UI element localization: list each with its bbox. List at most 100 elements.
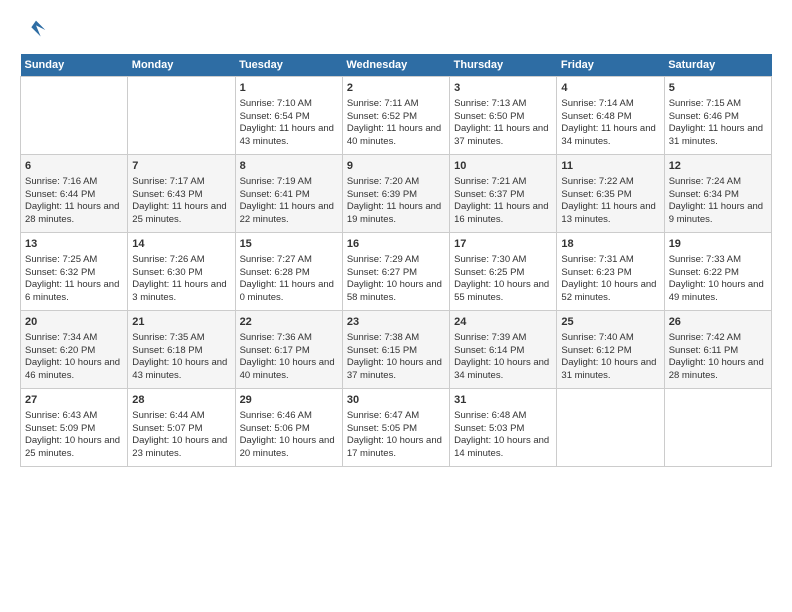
- day-content: Sunrise: 6:48 AM Sunset: 5:03 PM Dayligh…: [454, 410, 552, 461]
- day-number: 15: [240, 237, 338, 252]
- weekday-header: Friday: [557, 54, 664, 77]
- logo: [20, 16, 50, 44]
- day-number: 14: [132, 237, 230, 252]
- weekday-header: Thursday: [450, 54, 557, 77]
- calendar-cell: 27Sunrise: 6:43 AM Sunset: 5:09 PM Dayli…: [21, 389, 128, 467]
- day-content: Sunrise: 7:26 AM Sunset: 6:30 PM Dayligh…: [132, 254, 230, 305]
- calendar-cell: 23 Sunrise: 7:38 AM Sunset: 6:15 PM Dayli…: [342, 311, 449, 389]
- calendar-cell: 31 Sunrise: 6:48 AM Sunset: 5:03 PM Dayli…: [450, 389, 557, 467]
- day-number: 12: [669, 159, 767, 174]
- calendar-cell: 12Sunrise: 7:24 AM Sunset: 6:34 PM Dayli…: [664, 155, 771, 233]
- weekday-header: Saturday: [664, 54, 771, 77]
- day-number: 13: [25, 237, 123, 252]
- day-number: 21: [132, 315, 230, 330]
- calendar-body: 1 Sunrise: 7:10 AM Sunset: 6:54 PM Daylig…: [21, 77, 772, 467]
- day-content: Sunrise: 7:38 AM Sunset: 6:15 PM Dayligh…: [347, 332, 445, 383]
- day-content: Sunrise: 7:27 AM Sunset: 6:28 PM Dayligh…: [240, 254, 338, 305]
- day-number: 23: [347, 315, 445, 330]
- calendar-cell: 15 Sunrise: 7:27 AM Sunset: 6:28 PM Dayli…: [235, 233, 342, 311]
- calendar-cell: 5 Sunrise: 7:15 AM Sunset: 6:46 PM Daylig…: [664, 77, 771, 155]
- day-content: Sunrise: 7:39 AM Sunset: 6:14 PM Dayligh…: [454, 332, 552, 383]
- calendar-week-row: 1 Sunrise: 7:10 AM Sunset: 6:54 PM Daylig…: [21, 77, 772, 155]
- calendar-week-row: 13 Sunrise: 7:25 AM Sunset: 6:32 PM Dayli…: [21, 233, 772, 311]
- logo-icon: [22, 16, 50, 44]
- calendar-cell: 25 Sunrise: 7:40 AM Sunset: 6:12 PM Dayli…: [557, 311, 664, 389]
- calendar-table: SundayMondayTuesdayWednesdayThursdayFrid…: [20, 54, 772, 467]
- calendar-cell: 18Sunrise: 7:31 AM Sunset: 6:23 PM Dayli…: [557, 233, 664, 311]
- day-number: 20: [25, 315, 123, 330]
- day-number: 16: [347, 237, 445, 252]
- calendar-cell: 30Sunrise: 6:47 AM Sunset: 5:05 PM Dayli…: [342, 389, 449, 467]
- calendar-cell: 14 Sunrise: 7:26 AM Sunset: 6:30 PM Dayli…: [128, 233, 235, 311]
- page-container: SundayMondayTuesdayWednesdayThursdayFrid…: [0, 0, 792, 477]
- calendar-header: SundayMondayTuesdayWednesdayThursdayFrid…: [21, 54, 772, 77]
- calendar-cell: 10 Sunrise: 7:21 AM Sunset: 6:37 PM Dayli…: [450, 155, 557, 233]
- day-content: Sunrise: 7:17 AM Sunset: 6:43 PM Dayligh…: [132, 176, 230, 227]
- day-content: Sunrise: 7:36 AM Sunset: 6:17 PM Dayligh…: [240, 332, 338, 383]
- day-content: Sunrise: 7:34 AM Sunset: 6:20 PM Dayligh…: [25, 332, 123, 383]
- day-number: 6: [25, 159, 123, 174]
- day-number: 28: [132, 393, 230, 408]
- calendar-week-row: 20 Sunrise: 7:34 AM Sunset: 6:20 PM Dayli…: [21, 311, 772, 389]
- day-number: 24: [454, 315, 552, 330]
- day-number: 1: [240, 81, 338, 96]
- day-number: 19: [669, 237, 767, 252]
- day-content: Sunrise: 7:40 AM Sunset: 6:12 PM Dayligh…: [561, 332, 659, 383]
- calendar-week-row: 6 Sunrise: 7:16 AM Sunset: 6:44 PM Daylig…: [21, 155, 772, 233]
- day-content: Sunrise: 7:25 AM Sunset: 6:32 PM Dayligh…: [25, 254, 123, 305]
- weekday-header: Sunday: [21, 54, 128, 77]
- day-number: 7: [132, 159, 230, 174]
- day-number: 5: [669, 81, 767, 96]
- calendar-week-row: 27Sunrise: 6:43 AM Sunset: 5:09 PM Dayli…: [21, 389, 772, 467]
- day-number: 31: [454, 393, 552, 408]
- header: [20, 16, 772, 44]
- day-number: 9: [347, 159, 445, 174]
- day-content: Sunrise: 7:22 AM Sunset: 6:35 PM Dayligh…: [561, 176, 659, 227]
- day-number: 17: [454, 237, 552, 252]
- day-content: Sunrise: 7:19 AM Sunset: 6:41 PM Dayligh…: [240, 176, 338, 227]
- calendar-cell: 26 Sunrise: 7:42 AM Sunset: 6:11 PM Dayli…: [664, 311, 771, 389]
- day-content: Sunrise: 7:35 AM Sunset: 6:18 PM Dayligh…: [132, 332, 230, 383]
- day-content: Sunrise: 7:42 AM Sunset: 6:11 PM Dayligh…: [669, 332, 767, 383]
- day-number: 3: [454, 81, 552, 96]
- day-content: Sunrise: 7:10 AM Sunset: 6:54 PM Dayligh…: [240, 98, 338, 149]
- calendar-cell: [128, 77, 235, 155]
- weekday-header: Monday: [128, 54, 235, 77]
- calendar-cell: [21, 77, 128, 155]
- calendar-cell: 19 Sunrise: 7:33 AM Sunset: 6:22 PM Dayli…: [664, 233, 771, 311]
- calendar-cell: [557, 389, 664, 467]
- day-content: Sunrise: 6:46 AM Sunset: 5:06 PM Dayligh…: [240, 410, 338, 461]
- calendar-cell: 21 Sunrise: 7:35 AM Sunset: 6:18 PM Dayli…: [128, 311, 235, 389]
- day-content: Sunrise: 6:43 AM Sunset: 5:09 PM Dayligh…: [25, 410, 123, 461]
- calendar-cell: 1 Sunrise: 7:10 AM Sunset: 6:54 PM Daylig…: [235, 77, 342, 155]
- calendar-cell: 8Sunrise: 7:19 AM Sunset: 6:41 PM Daylig…: [235, 155, 342, 233]
- day-number: 26: [669, 315, 767, 330]
- day-content: Sunrise: 7:14 AM Sunset: 6:48 PM Dayligh…: [561, 98, 659, 149]
- calendar-cell: 13 Sunrise: 7:25 AM Sunset: 6:32 PM Dayli…: [21, 233, 128, 311]
- day-content: Sunrise: 7:21 AM Sunset: 6:37 PM Dayligh…: [454, 176, 552, 227]
- day-content: Sunrise: 6:47 AM Sunset: 5:05 PM Dayligh…: [347, 410, 445, 461]
- day-number: 29: [240, 393, 338, 408]
- day-number: 10: [454, 159, 552, 174]
- day-number: 22: [240, 315, 338, 330]
- day-number: 11: [561, 159, 659, 174]
- day-content: Sunrise: 7:31 AM Sunset: 6:23 PM Dayligh…: [561, 254, 659, 305]
- day-content: Sunrise: 7:11 AM Sunset: 6:52 PM Dayligh…: [347, 98, 445, 149]
- day-content: Sunrise: 7:20 AM Sunset: 6:39 PM Dayligh…: [347, 176, 445, 227]
- day-number: 2: [347, 81, 445, 96]
- day-content: Sunrise: 7:16 AM Sunset: 6:44 PM Dayligh…: [25, 176, 123, 227]
- day-number: 4: [561, 81, 659, 96]
- day-content: Sunrise: 7:30 AM Sunset: 6:25 PM Dayligh…: [454, 254, 552, 305]
- calendar-cell: [664, 389, 771, 467]
- day-content: Sunrise: 7:29 AM Sunset: 6:27 PM Dayligh…: [347, 254, 445, 305]
- calendar-cell: 4 Sunrise: 7:14 AM Sunset: 6:48 PM Daylig…: [557, 77, 664, 155]
- day-content: Sunrise: 6:44 AM Sunset: 5:07 PM Dayligh…: [132, 410, 230, 461]
- calendar-cell: 3Sunrise: 7:13 AM Sunset: 6:50 PM Daylig…: [450, 77, 557, 155]
- day-number: 25: [561, 315, 659, 330]
- calendar-cell: 11 Sunrise: 7:22 AM Sunset: 6:35 PM Dayli…: [557, 155, 664, 233]
- day-content: Sunrise: 7:15 AM Sunset: 6:46 PM Dayligh…: [669, 98, 767, 149]
- calendar-cell: 24 Sunrise: 7:39 AM Sunset: 6:14 PM Dayli…: [450, 311, 557, 389]
- weekday-header: Tuesday: [235, 54, 342, 77]
- day-content: Sunrise: 7:33 AM Sunset: 6:22 PM Dayligh…: [669, 254, 767, 305]
- calendar-cell: 7 Sunrise: 7:17 AM Sunset: 6:43 PM Daylig…: [128, 155, 235, 233]
